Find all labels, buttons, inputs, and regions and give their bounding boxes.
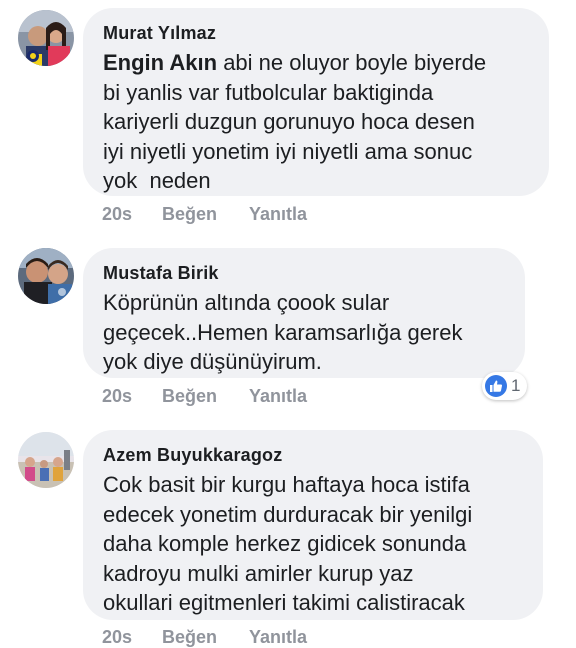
reply-button[interactable]: Yanıtla [249,203,307,225]
comment-text: Engin Akın abi ne oluyor boyle biyerde b… [103,48,529,196]
comment-author[interactable]: Murat Yılmaz [103,22,529,44]
comment-text: Köprünün altında çoook sular geçecek..He… [103,290,463,374]
comment-author[interactable]: Mustafa Birik [103,262,505,284]
reaction-count: 1 [511,376,521,395]
reply-button[interactable]: Yanıtla [249,385,307,407]
comment-bubble: Murat Yılmaz Engin Akın abi ne oluyor bo… [83,8,549,196]
avatar[interactable] [18,432,74,488]
reply-button[interactable]: Yanıtla [249,626,307,648]
comment-author[interactable]: Azem Buyukkaragoz [103,444,523,466]
avatar-photo-icon [18,248,74,304]
mention-link[interactable]: Engin Akın [103,50,217,75]
comment-text: Cok basit bir kurgu haftaya hoca istifa … [103,472,473,615]
timestamp[interactable]: 20s [102,626,162,648]
reaction-badge[interactable]: 1 [482,372,528,400]
timestamp[interactable]: 20s [102,385,162,407]
avatar-photo-icon [18,10,74,66]
avatar[interactable] [18,248,74,304]
avatar-photo-icon [18,432,74,488]
comment-bubble: Azem Buyukkaragoz Cok basit bir kurgu ha… [83,430,543,620]
like-button[interactable]: Beğen [162,626,249,648]
like-button[interactable]: Beğen [162,203,249,225]
comment-bubble: Mustafa Birik Köprünün altında çoook sul… [83,248,525,378]
avatar[interactable] [18,10,74,66]
timestamp[interactable]: 20s [102,203,162,225]
like-button[interactable]: Beğen [162,385,249,407]
comment-actions: 20s Beğen Yanıtla [102,385,307,407]
comment-actions: 20s Beğen Yanıtla [102,626,307,648]
like-icon [485,375,507,397]
comment-actions: 20s Beğen Yanıtla [102,203,307,225]
